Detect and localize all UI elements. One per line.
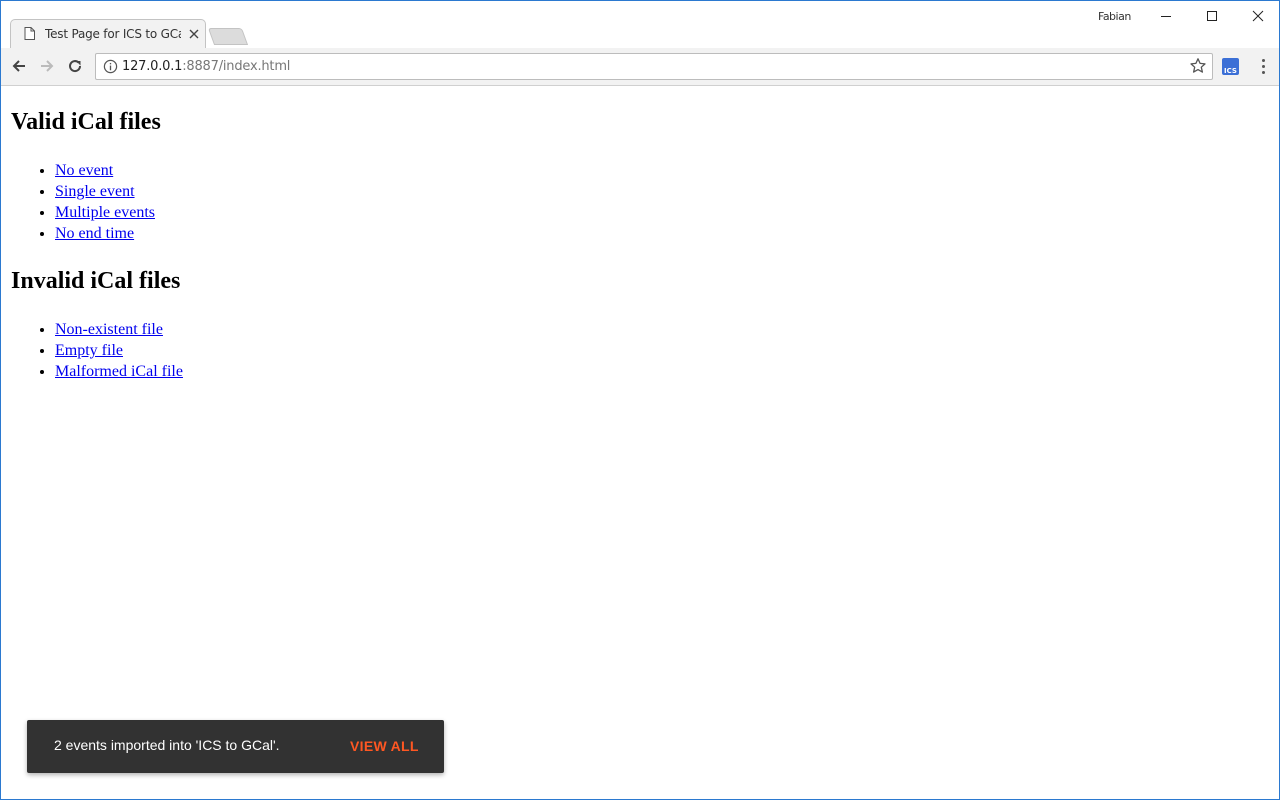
link-single-event[interactable]: Single event [55,183,135,200]
address-bar[interactable]: 127.0.0.1:8887/index.html [95,53,1213,80]
arrow-right-icon [41,60,54,72]
maximize-icon [1207,11,1217,21]
link-no-end-time[interactable]: No end time [55,225,134,242]
list-item: Empty file [55,340,183,361]
link-malformed-file[interactable]: Malformed iCal file [55,363,183,380]
back-button[interactable] [7,54,31,78]
list-item: Non-existent file [55,319,183,340]
ics-extension-icon[interactable]: ICS [1222,58,1239,75]
list-item: No event [55,160,155,181]
tab-title: Test Page for ICS to GCal [45,26,181,41]
list-item: Malformed iCal file [55,361,183,382]
view-all-button[interactable]: VIEW ALL [350,738,419,754]
snackbar-message: 2 events imported into 'ICS to GCal'. [54,737,280,753]
browser-toolbar: 127.0.0.1:8887/index.html ICS [1,48,1279,86]
reload-icon [69,60,82,73]
invalid-files-list: Non-existent file Empty file Malformed i… [1,319,183,382]
url-path: :8887/index.html [182,59,291,74]
info-icon[interactable] [103,59,118,74]
snackbar: 2 events imported into 'ICS to GCal'. VI… [27,720,444,773]
valid-heading: Valid iCal files [11,109,161,135]
browser-window: Test Page for ICS to GCal Fabian 127.0.0… [0,0,1280,800]
url-text[interactable]: 127.0.0.1:8887/index.html [122,59,290,74]
list-item: No end time [55,223,155,244]
maximize-button[interactable] [1189,1,1235,31]
close-window-button[interactable] [1235,1,1280,31]
list-item: Multiple events [55,202,155,223]
arrow-left-icon [12,60,25,72]
reload-button[interactable] [63,54,87,78]
active-tab[interactable]: Test Page for ICS to GCal [21,19,207,48]
title-bar: Test Page for ICS to GCal Fabian [1,1,1279,48]
menu-icon[interactable] [1253,56,1273,76]
profile-name[interactable]: Fabian [1098,10,1131,23]
link-multiple-events[interactable]: Multiple events [55,204,155,221]
invalid-heading: Invalid iCal files [11,268,181,294]
link-empty-file[interactable]: Empty file [55,342,123,359]
minimize-button[interactable] [1143,1,1189,31]
list-item: Single event [55,181,155,202]
tab-close-icon[interactable] [187,27,201,41]
minimize-icon [1161,16,1171,17]
page-content: Valid iCal files No event Single event M… [1,86,1279,799]
close-icon [1252,10,1264,22]
valid-files-list: No event Single event Multiple events No… [1,160,155,244]
page-icon [24,27,35,40]
forward-button[interactable] [35,54,59,78]
link-no-event[interactable]: No event [55,162,113,179]
new-tab-button[interactable] [207,28,249,45]
star-icon[interactable] [1189,57,1207,75]
url-host: 127.0.0.1 [122,59,183,74]
link-non-existent-file[interactable]: Non-existent file [55,321,163,338]
